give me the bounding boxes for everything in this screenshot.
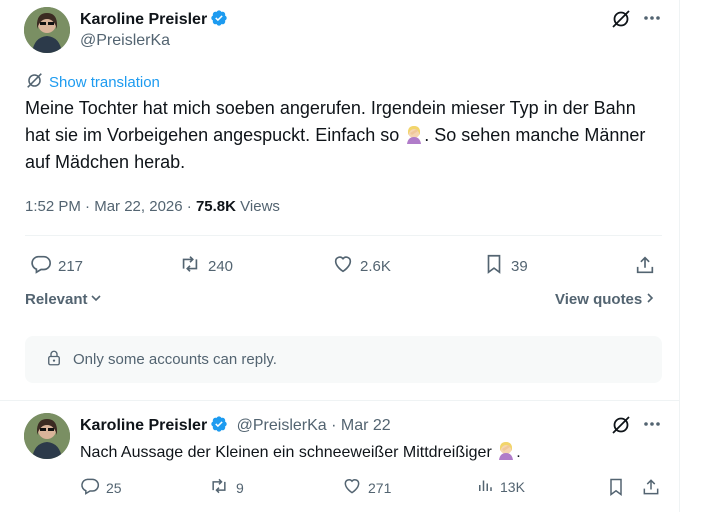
repost-icon <box>178 253 202 279</box>
reply-views-button[interactable]: 13K <box>476 476 525 497</box>
like-button[interactable]: 2.6K <box>332 253 391 279</box>
like-count: 2.6K <box>360 257 391 275</box>
author-avatar[interactable] <box>24 7 70 53</box>
reply-author-handle[interactable]: @PreislerKa <box>237 417 327 434</box>
bookmark-icon <box>483 253 505 279</box>
heart-icon <box>332 253 354 279</box>
bookmark-button[interactable]: 39 <box>483 253 528 279</box>
tweet-time[interactable]: 1:52 PM <box>25 198 81 215</box>
author-name-text[interactable]: Karoline Preisler <box>80 11 207 28</box>
reply-text-part2: . <box>516 444 521 461</box>
repost-count: 240 <box>208 257 234 275</box>
more-options-icon[interactable] <box>641 414 663 434</box>
tweet-date[interactable]: Mar 22, 2026 <box>94 198 182 215</box>
reply-icon <box>80 476 100 499</box>
show-translation-link[interactable]: Show translation <box>26 72 160 93</box>
repost-icon <box>208 476 230 499</box>
thread-divider <box>0 400 680 401</box>
reply-share-icon[interactable] <box>640 476 662 498</box>
views-count: 75.8K <box>195 198 236 215</box>
reply-author-avatar[interactable] <box>24 413 70 459</box>
share-icon[interactable] <box>633 253 657 277</box>
views-label: Views <box>240 198 280 215</box>
heart-icon <box>342 476 362 499</box>
show-translation-label[interactable]: Show translation <box>49 74 160 91</box>
reply-views-count: 13K <box>500 478 525 495</box>
verified-badge-icon <box>210 9 228 32</box>
chevron-right-icon <box>644 291 656 308</box>
tweet-text: Meine Tochter hat mich soeben angerufen.… <box>25 95 650 176</box>
lock-icon <box>45 349 63 371</box>
author-name[interactable]: Karoline Preisler <box>80 9 228 32</box>
reply-text: Nach Aussage der Kleinen ein schneeweiße… <box>80 440 521 463</box>
relevant-sort-button[interactable]: Relevant <box>25 291 102 308</box>
reply-text-part1: Nach Aussage der Kleinen ein schneeweiße… <box>80 444 492 461</box>
view-quotes-label[interactable]: View quotes <box>555 291 642 308</box>
tweet-meta: 1:52 PM · Mar 22, 2026 · 75.8K Views <box>25 198 280 215</box>
facepalm-emoji-icon <box>496 440 516 460</box>
reply-count: 217 <box>58 257 84 275</box>
reply-icon <box>30 253 52 279</box>
grok-icon[interactable] <box>610 8 632 30</box>
dot-separator: · <box>331 417 337 434</box>
reply-bookmark-icon[interactable] <box>605 476 627 498</box>
grok-icon[interactable] <box>610 414 632 436</box>
verified-badge-icon <box>210 415 228 438</box>
reply-button[interactable]: 217 <box>30 253 83 279</box>
tweet-thread-panel: Karoline Preisler @PreislerKa Show trans… <box>0 0 680 512</box>
author-handle[interactable]: @PreislerKa <box>80 32 170 50</box>
more-options-icon[interactable] <box>641 8 663 28</box>
repost-button[interactable]: 240 <box>178 253 233 279</box>
chevron-down-icon <box>90 291 102 308</box>
translate-icon <box>26 72 43 93</box>
view-quotes-link[interactable]: View quotes <box>555 291 656 308</box>
facepalm-emoji-icon <box>404 124 424 144</box>
reply-like-count: 271 <box>368 479 392 496</box>
divider <box>25 235 662 236</box>
reply-restriction-text: Only some accounts can reply. <box>73 351 277 368</box>
reply-repost-button[interactable]: 9 <box>208 476 244 499</box>
reply-header: Karoline Preisler @PreislerKa · Mar 22 <box>80 415 391 438</box>
reply-like-button[interactable]: 271 <box>342 476 391 499</box>
reply-author-name[interactable]: Karoline Preisler <box>80 417 207 434</box>
bookmark-count: 39 <box>511 257 528 275</box>
reply-restriction-notice: Only some accounts can reply. <box>25 336 662 383</box>
analytics-icon <box>476 476 494 497</box>
reply-reply-count: 25 <box>106 479 122 496</box>
reply-reply-button[interactable]: 25 <box>80 476 122 499</box>
relevant-label[interactable]: Relevant <box>25 291 88 308</box>
reply-repost-count: 9 <box>236 479 244 496</box>
reply-date[interactable]: Mar 22 <box>341 417 391 434</box>
